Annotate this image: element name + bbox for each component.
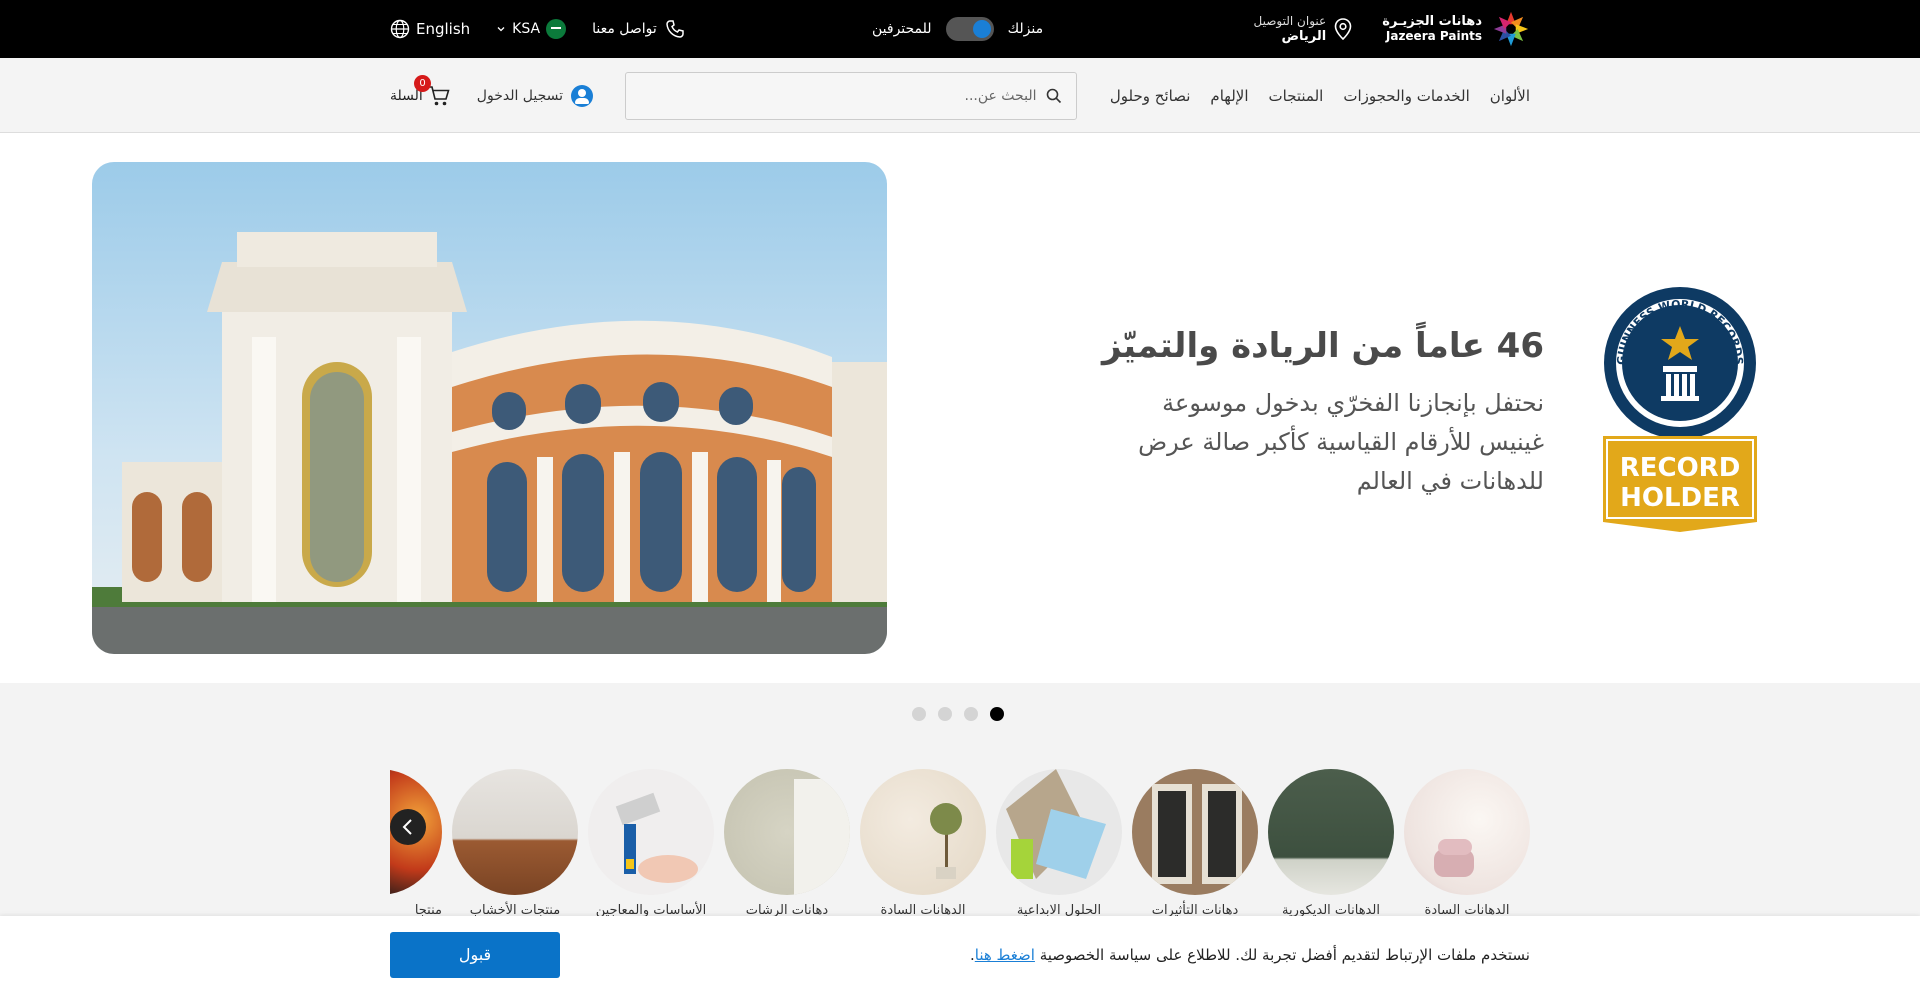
main-menu: الألوان الخدمات والحجوزات المنتجات الإله… bbox=[1110, 87, 1530, 105]
country-selector[interactable]: KSA bbox=[496, 19, 567, 39]
accept-cookies-button[interactable]: قبول bbox=[390, 931, 560, 978]
slider-dot[interactable] bbox=[912, 707, 926, 721]
menu-item-products[interactable]: المنتجات bbox=[1269, 87, 1324, 105]
audience-toggle[interactable] bbox=[945, 17, 994, 41]
hero-title: 46 عاماً من الريادة والتميّز bbox=[1101, 326, 1544, 366]
cookie-message: نستخدم ملفات الإرتباط لتقديم أفضل تجربة … bbox=[970, 946, 1530, 964]
slider-dot[interactable] bbox=[964, 707, 978, 721]
top-bar-left: تواصل معنا KSA English bbox=[390, 19, 685, 39]
login-label: تسجيل الدخول bbox=[476, 87, 564, 104]
category-image bbox=[588, 769, 714, 895]
main-nav-bar: الألوان الخدمات والحجوزات المنتجات الإله… bbox=[0, 58, 1920, 133]
language-switcher[interactable]: English bbox=[390, 19, 470, 39]
badge-record-text: RECORD bbox=[1620, 453, 1741, 483]
category-image bbox=[724, 769, 850, 895]
slider-dot-active[interactable] bbox=[990, 707, 1004, 721]
top-bar-right: دهانات الجزيـرة Jazeera Paints عنوان الت… bbox=[1254, 10, 1530, 48]
saudi-flag-icon bbox=[546, 19, 567, 39]
hero-building-image bbox=[92, 162, 887, 654]
jazeera-logo-icon bbox=[1493, 11, 1529, 47]
chevron-left-icon bbox=[402, 819, 412, 835]
menu-item-colors[interactable]: الألوان bbox=[1490, 87, 1530, 105]
hero-subtitle-line: نحتفل بإنجازنا الفخرّي بدخول موسوعة bbox=[1162, 389, 1544, 417]
category-item[interactable]: الدهانات الديكورية bbox=[1268, 769, 1394, 918]
brand-name-arabic: دهانات الجزيـرة bbox=[1382, 14, 1482, 29]
category-image bbox=[996, 769, 1122, 895]
privacy-policy-link[interactable]: اضغط هنا bbox=[975, 946, 1035, 964]
brand-name-english: Jazeera Paints bbox=[1385, 29, 1482, 43]
menu-item-services[interactable]: الخدمات والحجوزات bbox=[1343, 87, 1469, 105]
category-item[interactable]: الدهانات السادة bbox=[1404, 769, 1530, 918]
address-city: الرياض bbox=[1281, 29, 1327, 44]
brand-logo-link[interactable]: دهانات الجزيـرة Jazeera Paints bbox=[1382, 10, 1530, 48]
audience-toggle-group: منزلك للمحترفين bbox=[872, 17, 1043, 41]
cart-link[interactable]: 0 السلة bbox=[390, 74, 451, 107]
contact-us-link[interactable]: تواصل معنا bbox=[592, 19, 685, 39]
menu-item-tips[interactable]: نصائح وحلول bbox=[1110, 87, 1191, 105]
category-item[interactable]: منتجات الأخشاب bbox=[452, 769, 578, 918]
badge-holder-text: HOLDER bbox=[1620, 483, 1740, 513]
category-item[interactable]: منتجا bbox=[390, 769, 442, 918]
phone-icon bbox=[666, 20, 684, 38]
chevron-down-icon bbox=[497, 27, 505, 32]
language-label: English bbox=[416, 20, 471, 38]
cart-icon bbox=[428, 85, 450, 105]
category-image bbox=[860, 769, 986, 895]
category-item[interactable]: دهانات الرشات bbox=[724, 769, 850, 918]
slider-pagination bbox=[912, 707, 1004, 721]
hero-subtitle-line: غينيس للأرقام القياسية كأكبر صالة عرض bbox=[1138, 428, 1544, 456]
category-image bbox=[452, 769, 578, 895]
address-label: عنوان التوصيل bbox=[1253, 14, 1327, 28]
contact-us-label: تواصل معنا bbox=[592, 21, 657, 37]
menu-item-inspiration[interactable]: الإلهام bbox=[1210, 87, 1248, 105]
cookie-consent-bar: نستخدم ملفات الإرتباط لتقديم أفضل تجربة … bbox=[0, 916, 1920, 993]
hero-banner[interactable]: 46 عاماً من الريادة والتميّز نحتفل بإنجا… bbox=[0, 134, 1920, 683]
category-image bbox=[1268, 769, 1394, 895]
search-icon[interactable] bbox=[1046, 88, 1062, 104]
account-group: تسجيل الدخول 0 السلة bbox=[390, 74, 594, 107]
search-box bbox=[625, 71, 1078, 120]
cookie-text: نستخدم ملفات الإرتباط لتقديم أفضل تجربة … bbox=[1039, 945, 1530, 964]
mode-home-label: منزلك bbox=[1007, 21, 1044, 37]
hero-subtitle-line: للدهانات في العالم bbox=[1356, 467, 1544, 495]
category-image bbox=[1132, 769, 1258, 895]
category-carousel: الدهانات السادة الدهانات الديكورية دهانا… bbox=[390, 769, 1530, 929]
hero-text-block: 46 عاماً من الريادة والتميّز نحتفل بإنجا… bbox=[1074, 326, 1544, 501]
toggle-knob bbox=[972, 20, 991, 38]
delivery-address[interactable]: عنوان التوصيل الرياض bbox=[1254, 14, 1353, 44]
category-item[interactable]: الحلول الابداعية bbox=[996, 769, 1122, 918]
category-image bbox=[1404, 769, 1530, 895]
guinness-record-holder-badge: GUINNESS WORLD RECORDS RECORD HOLDER bbox=[1603, 287, 1757, 532]
top-bar: دهانات الجزيـرة Jazeera Paints عنوان الت… bbox=[0, 0, 1920, 58]
mode-pro-label: للمحترفين bbox=[872, 21, 932, 37]
cart-count-badge: 0 bbox=[414, 74, 431, 92]
login-link[interactable]: تسجيل الدخول bbox=[476, 84, 594, 107]
category-item[interactable]: الأساسات والمعاجين bbox=[588, 769, 714, 918]
carousel-prev-button[interactable] bbox=[390, 809, 426, 845]
search-input[interactable] bbox=[656, 87, 1037, 104]
hero-subtitle: نحتفل بإنجازنا الفخرّي بدخول موسوعة غيني… bbox=[1074, 384, 1544, 501]
globe-icon bbox=[390, 19, 410, 39]
country-code: KSA bbox=[512, 21, 541, 37]
user-icon bbox=[571, 84, 594, 107]
slider-dot[interactable] bbox=[938, 707, 952, 721]
location-pin-icon bbox=[1334, 18, 1352, 40]
category-item[interactable]: الدهانات السادة bbox=[860, 769, 986, 918]
category-item[interactable]: دهانات التأثيرات bbox=[1132, 769, 1258, 918]
